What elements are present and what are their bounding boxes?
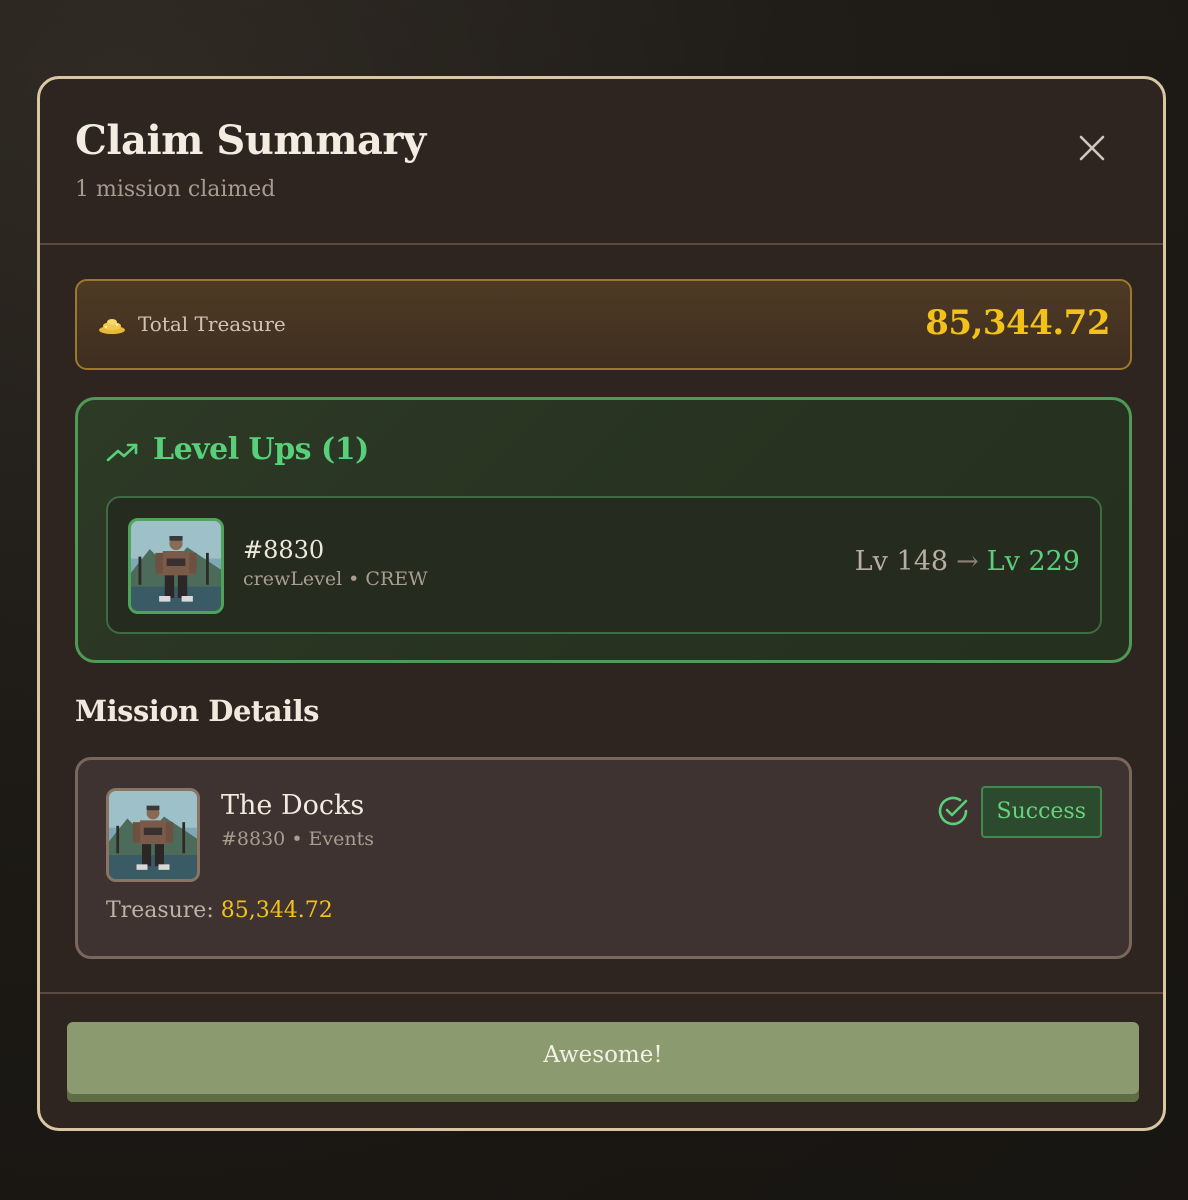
warrior-portrait-image <box>109 791 197 879</box>
crew-id: #8830 <box>243 536 325 564</box>
level-ups-panel: Level Ups (1) #8830 crewLevel • CREW Lv … <box>75 397 1132 663</box>
claim-summary-modal: Claim Summary 1 mission claimed Total Tr… <box>37 76 1166 1131</box>
modal-title: Claim Summary <box>75 117 426 164</box>
mission-treasure-label: Treasure: <box>106 898 214 923</box>
warrior-portrait-image <box>131 521 221 611</box>
mission-name: The Docks <box>221 790 365 821</box>
close-button[interactable] <box>1075 131 1109 165</box>
mission-card: The Docks #8830 • Events Success Treasur… <box>75 757 1132 959</box>
crew-level-type: crewLevel • CREW <box>243 568 428 590</box>
modal-subtitle: 1 mission claimed <box>75 177 276 202</box>
mission-avatar <box>106 788 200 882</box>
gold-pile-icon <box>99 319 125 334</box>
trending-up-icon <box>106 443 138 462</box>
check-circle-icon <box>938 796 968 826</box>
mission-subtitle: #8830 • Events <box>221 828 375 850</box>
crew-avatar <box>128 518 224 614</box>
close-icon <box>1079 135 1105 161</box>
total-treasure-panel: Total Treasure 85,344.72 <box>75 279 1132 370</box>
total-treasure-value: 85,344.72 <box>925 303 1110 343</box>
mission-treasure-value: 85,344.72 <box>220 898 333 923</box>
mission-details-title: Mission Details <box>75 694 319 728</box>
total-treasure-label: Total Treasure <box>138 312 286 336</box>
status-badge: Success <box>980 786 1102 838</box>
modal-header: Claim Summary 1 mission claimed <box>40 79 1163 245</box>
awesome-button[interactable]: Awesome! <box>67 1022 1139 1102</box>
level-from: Lv 148 <box>854 546 949 577</box>
level-up-item: #8830 crewLevel • CREW Lv 148 → Lv 229 <box>106 496 1102 634</box>
mission-treasure: Treasure: 85,344.72 <box>106 898 333 923</box>
level-ups-title: Level Ups (1) <box>153 432 369 467</box>
level-to: Lv 229 <box>986 546 1080 577</box>
arrow-right-icon: → <box>956 546 979 577</box>
level-change: Lv 148 → Lv 229 <box>855 546 1080 577</box>
modal-footer: Awesome! <box>40 992 1163 1128</box>
awesome-button-label: Awesome! <box>543 1042 663 1068</box>
